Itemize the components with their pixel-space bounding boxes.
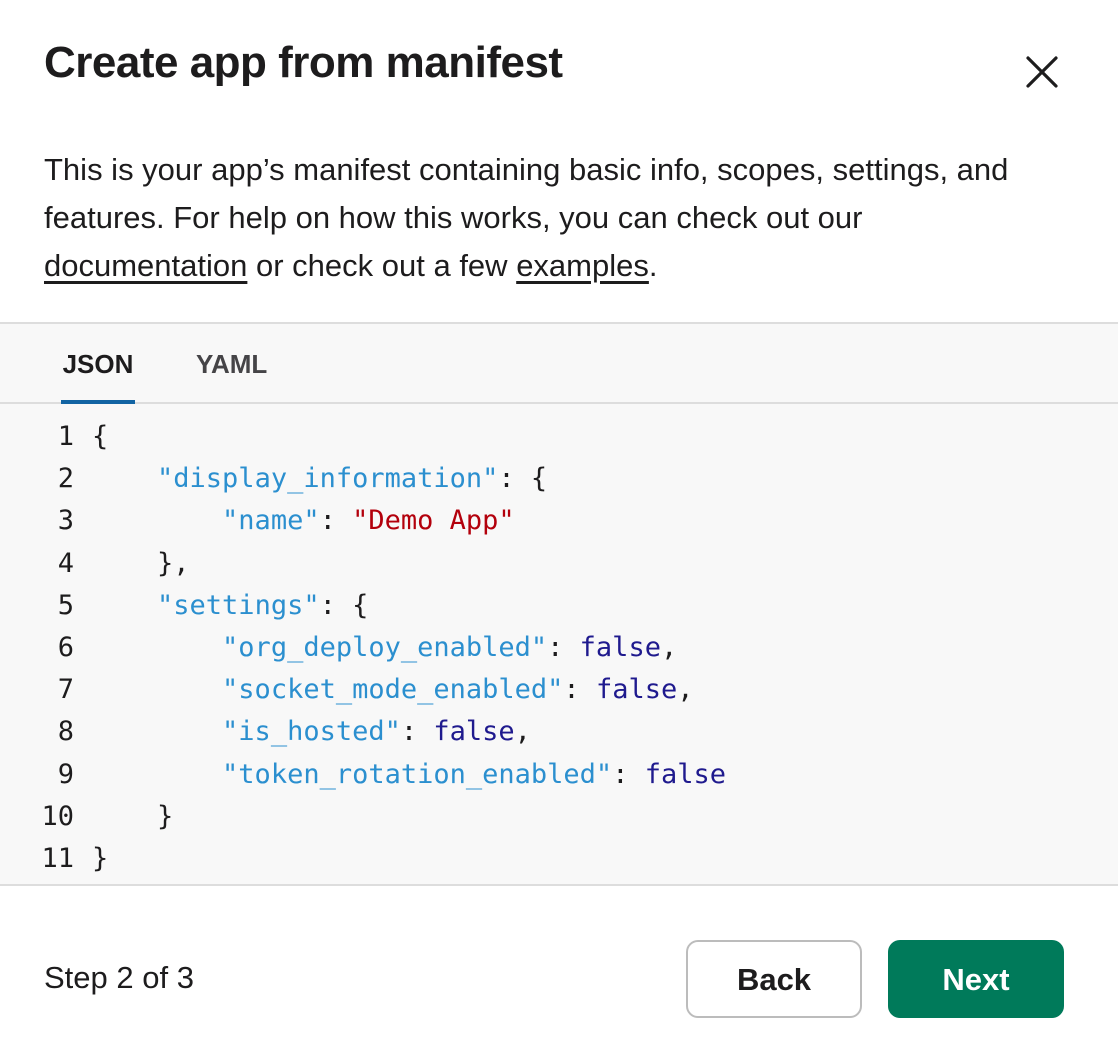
next-button[interactable]: Next bbox=[888, 940, 1064, 1018]
line-number: 5 bbox=[57, 589, 74, 621]
manifest-description: This is your app’s manifest containing b… bbox=[44, 146, 1074, 290]
examples-link[interactable]: examples bbox=[516, 248, 649, 283]
code-line: 3 "name": "Demo App" bbox=[0, 500, 1118, 542]
code-line: 2 "display_information": { bbox=[0, 458, 1118, 500]
format-tabs: JSON YAML bbox=[0, 324, 1118, 404]
json-punctuation: }, bbox=[157, 547, 190, 579]
code-line: 5 "settings": { bbox=[0, 585, 1118, 627]
line-content: } bbox=[92, 838, 108, 880]
json-punctuation: { bbox=[92, 421, 109, 452]
line-content: "is_hosted": false, bbox=[92, 711, 531, 753]
json-punctuation: } bbox=[92, 842, 109, 874]
json-punctuation: : bbox=[319, 505, 353, 537]
json-punctuation: , bbox=[660, 631, 678, 663]
line-number: 4 bbox=[57, 547, 74, 579]
code-line: 10 } bbox=[0, 796, 1118, 838]
json-boolean-value: false bbox=[644, 758, 726, 790]
json-punctuation: , bbox=[514, 716, 531, 748]
line-number: 8 bbox=[57, 716, 74, 748]
description-text-2: or check out a few bbox=[247, 248, 517, 283]
code-line: 6 "org_deploy_enabled": false, bbox=[0, 627, 1118, 669]
json-boolean-value: false bbox=[433, 716, 515, 748]
json-punctuation: } bbox=[157, 800, 174, 832]
tab-yaml[interactable]: YAML bbox=[196, 346, 267, 404]
line-content: "display_information": { bbox=[92, 458, 547, 500]
step-indicator: Step 2 of 3 bbox=[44, 960, 194, 995]
json-punctuation: : { bbox=[319, 589, 369, 621]
json-key: "display_information" bbox=[157, 463, 499, 495]
modal-title: Create app from manifest bbox=[44, 38, 563, 87]
json-punctuation: : bbox=[563, 674, 596, 706]
json-key: "socket_mode_enabled" bbox=[222, 674, 564, 706]
code-line: 7 "socket_mode_enabled": false, bbox=[0, 669, 1118, 711]
documentation-link[interactable]: documentation bbox=[44, 248, 247, 283]
line-content: "socket_mode_enabled": false, bbox=[92, 669, 693, 711]
json-punctuation: , bbox=[677, 674, 694, 706]
close-icon bbox=[1026, 56, 1058, 88]
description-text-3: . bbox=[648, 248, 658, 283]
json-key: "is_hosted" bbox=[222, 716, 401, 748]
back-button[interactable]: Back bbox=[686, 940, 862, 1018]
code-line: 9 "token_rotation_enabled": false bbox=[0, 754, 1118, 796]
code-line: 8 "is_hosted": false, bbox=[0, 711, 1118, 753]
manifest-editor[interactable]: JSON YAML 1{2 "display_information": {3 … bbox=[0, 322, 1118, 886]
line-number: 3 bbox=[57, 505, 74, 537]
line-content: }, bbox=[92, 543, 190, 585]
description-text-1: This is your app’s manifest containing b… bbox=[44, 152, 1009, 235]
line-number: 2 bbox=[57, 463, 74, 495]
code-line: 4 }, bbox=[0, 543, 1118, 585]
code-line: 11} bbox=[0, 838, 1118, 880]
line-content: "org_deploy_enabled": false, bbox=[92, 627, 677, 669]
line-content: { bbox=[92, 416, 108, 458]
json-key: "token_rotation_enabled" bbox=[222, 758, 613, 790]
line-number: 9 bbox=[57, 758, 74, 790]
json-boolean-value: false bbox=[595, 674, 678, 706]
line-content: } bbox=[92, 796, 173, 838]
line-content: "name": "Demo App" bbox=[92, 500, 515, 542]
line-number: 6 bbox=[57, 631, 74, 663]
line-number: 1 bbox=[57, 421, 74, 452]
json-punctuation: : bbox=[547, 631, 580, 663]
json-string-value: "Demo App" bbox=[352, 505, 515, 537]
close-button[interactable] bbox=[1018, 48, 1066, 96]
json-key: "name" bbox=[222, 505, 320, 537]
code-area[interactable]: 1{2 "display_information": {3 "name": "D… bbox=[0, 416, 1118, 880]
json-punctuation: : { bbox=[498, 463, 548, 495]
tab-json[interactable]: JSON bbox=[61, 346, 135, 404]
line-content: "token_rotation_enabled": false bbox=[92, 754, 726, 796]
json-punctuation: : bbox=[400, 716, 434, 748]
line-number: 7 bbox=[57, 674, 74, 706]
create-app-modal: Create app from manifest This is your ap… bbox=[0, 0, 1118, 1046]
line-content: "settings": { bbox=[92, 585, 368, 627]
json-key: "settings" bbox=[157, 589, 320, 621]
json-boolean-value: false bbox=[579, 631, 661, 663]
line-number: 10 bbox=[41, 800, 74, 832]
json-punctuation: : bbox=[612, 758, 645, 790]
code-line: 1{ bbox=[0, 416, 1118, 458]
json-key: "org_deploy_enabled" bbox=[222, 631, 548, 663]
line-number: 11 bbox=[41, 842, 74, 874]
